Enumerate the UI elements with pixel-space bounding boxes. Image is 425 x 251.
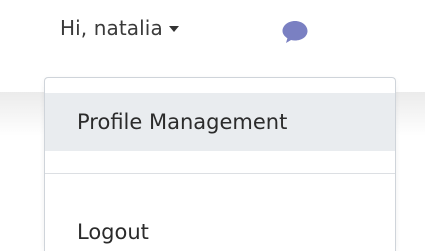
logout-label: Logout — [77, 220, 149, 244]
page: Hi, natalia Profile Management Logout — [0, 0, 425, 251]
caret-down-icon — [168, 26, 179, 32]
profile-management-menu-item[interactable]: Profile Management — [45, 93, 395, 151]
menu-divider — [45, 173, 395, 174]
profile-management-label: Profile Management — [77, 110, 288, 134]
user-dropdown-menu: Profile Management Logout — [44, 77, 396, 251]
chat-bubble-icon[interactable] — [281, 19, 309, 45]
user-menu-toggle[interactable]: Hi, natalia — [60, 14, 179, 42]
logout-menu-item[interactable]: Logout — [45, 212, 395, 251]
user-greeting: Hi, natalia — [60, 16, 163, 40]
